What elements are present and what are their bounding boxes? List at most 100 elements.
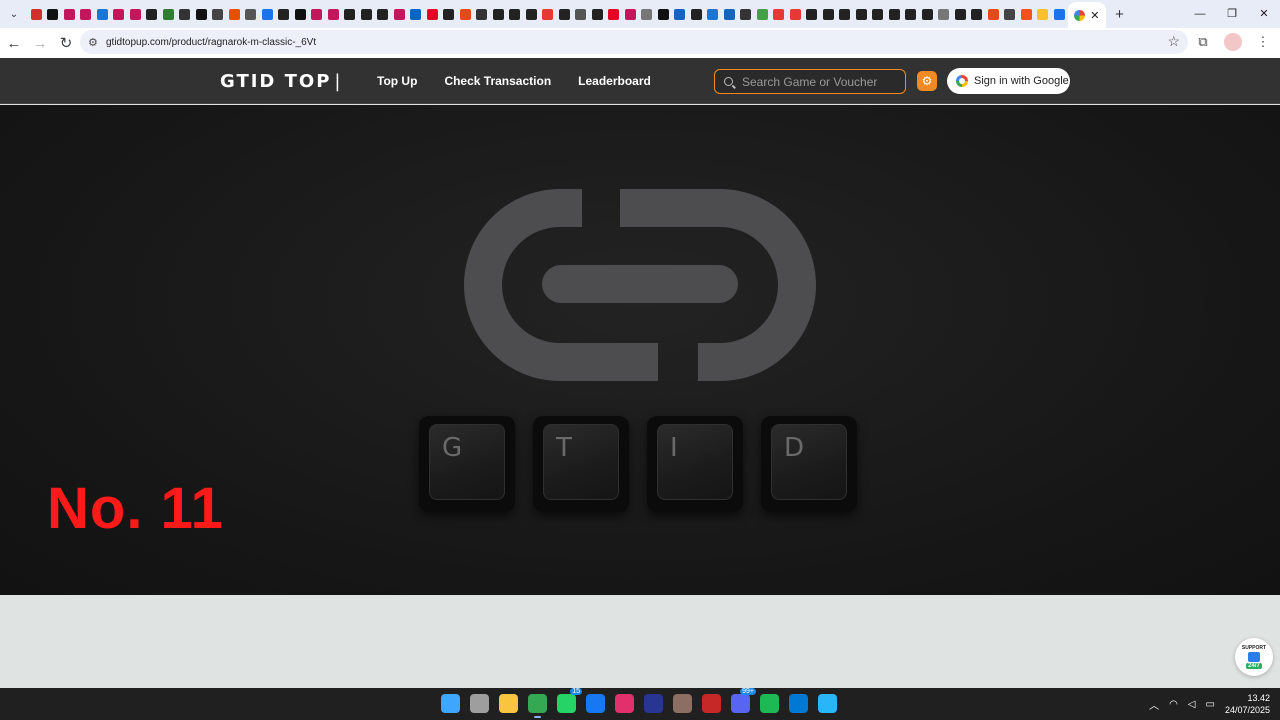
search-input[interactable] (742, 74, 892, 89)
vscode-icon[interactable] (789, 694, 808, 713)
forward-button[interactable]: → (28, 31, 52, 55)
browser-tab[interactable] (771, 0, 788, 28)
browser-tab[interactable] (160, 0, 177, 28)
browser-tab[interactable] (1018, 0, 1035, 28)
google-signin-button[interactable]: Sign in with Google (947, 68, 1070, 94)
l-app-icon[interactable] (644, 694, 663, 713)
chrome-icon[interactable] (528, 694, 547, 718)
close-window-button[interactable]: ✕ (1248, 0, 1280, 28)
browser-tab[interactable] (672, 0, 689, 28)
spotify-icon[interactable] (760, 694, 779, 713)
nav-leaderboard[interactable]: Leaderboard (578, 74, 651, 88)
extensions-icon[interactable]: ⧉ (1192, 31, 1214, 53)
browser-tab[interactable] (193, 0, 210, 28)
browser-tab[interactable] (853, 0, 870, 28)
adobe-app-icon[interactable] (702, 694, 721, 713)
paint-icon[interactable] (818, 694, 837, 713)
instagram-icon[interactable] (615, 694, 634, 713)
browser-tab[interactable] (919, 0, 936, 28)
facebook-icon[interactable] (586, 694, 605, 713)
browser-tab[interactable] (936, 0, 953, 28)
browser-tab[interactable] (540, 0, 557, 28)
browser-tab[interactable] (985, 0, 1002, 28)
browser-tab[interactable] (127, 0, 144, 28)
system-clock[interactable]: 13.42 24/07/2025 (1225, 692, 1270, 716)
browser-tab[interactable] (61, 0, 78, 28)
restore-button[interactable]: ❐ (1216, 0, 1248, 28)
browser-tab[interactable] (259, 0, 276, 28)
back-button[interactable]: ← (2, 31, 26, 55)
whatsapp-icon[interactable]: 15 (557, 688, 582, 713)
reload-button[interactable]: ↻ (54, 31, 78, 55)
ragnarok-icon[interactable] (673, 694, 692, 713)
browser-tab[interactable] (870, 0, 887, 28)
browser-tab[interactable] (820, 0, 837, 28)
browser-tab[interactable] (490, 0, 507, 28)
nav-check-transaction[interactable]: Check Transaction (444, 74, 551, 88)
browser-tab[interactable] (655, 0, 672, 28)
search-box[interactable] (714, 69, 906, 94)
windows-start-icon[interactable] (441, 694, 460, 713)
minimize-button[interactable]: — (1184, 0, 1216, 28)
browser-tab[interactable] (738, 0, 755, 28)
browser-tab[interactable] (1051, 0, 1068, 28)
file-explorer-icon[interactable] (499, 694, 518, 713)
close-tab-icon[interactable]: ✕ (1090, 9, 1099, 22)
browser-tab[interactable] (94, 0, 111, 28)
site-logo[interactable]: GTID TOP | (220, 71, 343, 92)
browser-tab[interactable] (787, 0, 804, 28)
browser-tab[interactable] (837, 0, 854, 28)
browser-tab[interactable] (408, 0, 425, 28)
browser-tab[interactable] (952, 0, 969, 28)
browser-tab[interactable] (589, 0, 606, 28)
browser-tab[interactable] (28, 0, 45, 28)
browser-tab[interactable] (210, 0, 227, 28)
browser-tab[interactable] (1035, 0, 1052, 28)
profile-avatar[interactable] (1224, 33, 1242, 51)
browser-tab[interactable] (78, 0, 95, 28)
browser-tab[interactable] (606, 0, 623, 28)
browser-tab[interactable] (622, 0, 639, 28)
browser-tab[interactable] (804, 0, 821, 28)
bookmark-star-icon[interactable]: ☆ (1167, 33, 1180, 50)
browser-tab[interactable] (903, 0, 920, 28)
browser-tab[interactable] (474, 0, 491, 28)
tab-search-chevron-icon[interactable]: ⌄ (4, 4, 24, 24)
browser-tab[interactable] (45, 0, 62, 28)
browser-tab[interactable] (523, 0, 540, 28)
battery-icon[interactable]: ▭ (1206, 699, 1215, 710)
browser-tab[interactable] (391, 0, 408, 28)
support-chat-button[interactable]: SUPPORT 24/7 (1235, 638, 1273, 676)
browser-tab[interactable] (639, 0, 656, 28)
browser-tab[interactable] (292, 0, 309, 28)
url-text[interactable]: gtidtopup.com/product/ragnarok-m-classic… (106, 37, 316, 48)
browser-tab[interactable] (457, 0, 474, 28)
browser-tab[interactable] (705, 0, 722, 28)
volume-icon[interactable]: ◁ (1188, 699, 1196, 710)
browser-tab[interactable] (243, 0, 260, 28)
browser-tab[interactable] (886, 0, 903, 28)
nav-top-up[interactable]: Top Up (377, 74, 417, 88)
task-view-icon[interactable] (470, 694, 489, 713)
browser-tab[interactable] (276, 0, 293, 28)
browser-tab[interactable] (177, 0, 194, 28)
new-tab-button[interactable]: + (1110, 6, 1130, 23)
discord-icon[interactable]: 99+ (731, 688, 756, 713)
wifi-icon[interactable]: ◠ (1169, 699, 1178, 710)
browser-tab[interactable] (969, 0, 986, 28)
browser-tab[interactable] (375, 0, 392, 28)
settings-button[interactable]: ⚙ (917, 71, 937, 91)
browser-tab[interactable] (573, 0, 590, 28)
browser-tab[interactable] (754, 0, 771, 28)
browser-menu-icon[interactable]: ⋮ (1252, 31, 1274, 53)
browser-tab[interactable] (424, 0, 441, 28)
browser-tab[interactable] (441, 0, 458, 28)
address-bar[interactable]: ⚙ gtidtopup.com/product/ragnarok-m-class… (80, 30, 1188, 54)
browser-tab[interactable] (1002, 0, 1019, 28)
browser-tab[interactable] (688, 0, 705, 28)
browser-tab[interactable] (226, 0, 243, 28)
tray-chevron-icon[interactable]: ︿ (1149, 697, 1159, 712)
browser-tab[interactable] (507, 0, 524, 28)
browser-tab[interactable] (358, 0, 375, 28)
site-info-icon[interactable]: ⚙ (88, 36, 106, 49)
